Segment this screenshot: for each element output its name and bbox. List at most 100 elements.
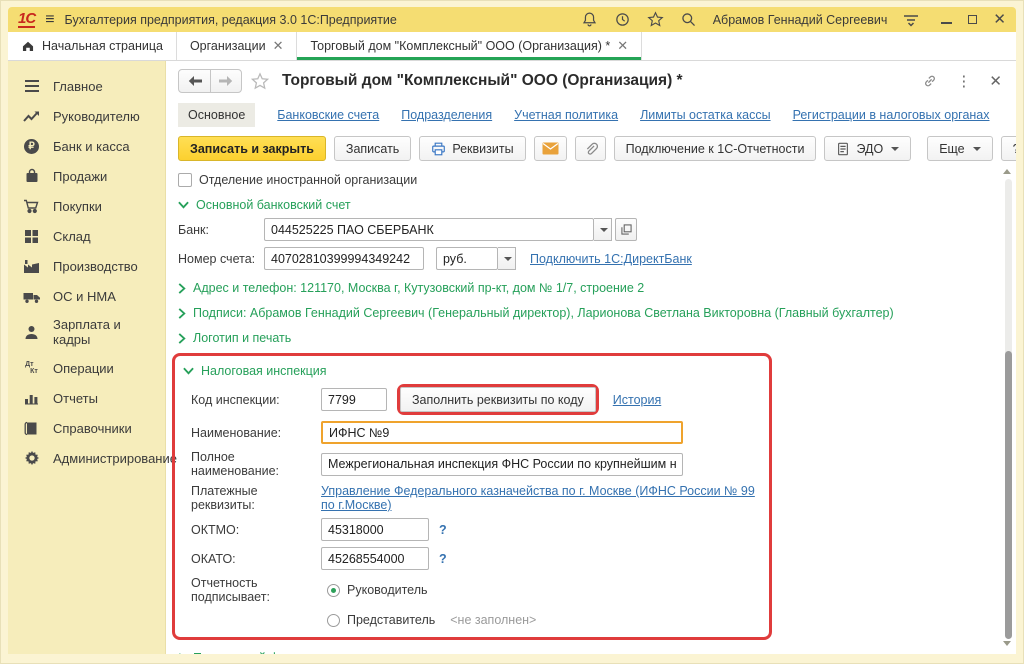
save-button[interactable]: Записать [334, 136, 411, 161]
sidebar-item-fixed-assets[interactable]: ОС и НМА [8, 281, 165, 311]
sidebar-item-purchases[interactable]: Покупки [8, 191, 165, 221]
bank-dropdown-button[interactable] [594, 218, 612, 241]
connect-1c-reporting-button[interactable]: Подключение к 1С-Отчетности [614, 136, 817, 161]
signer-label: Отчетность подписывает: [191, 576, 327, 604]
titlebar: 1С ≡ Бухгалтерия предприятия, редакция 3… [8, 7, 1016, 32]
sidebar-item-payroll-hr[interactable]: Зарплата и кадры [8, 311, 165, 353]
save-and-close-button[interactable]: Записать и закрыть [178, 136, 326, 161]
menu-lines-icon [22, 77, 41, 95]
payment-requisites-link[interactable]: Управление Федерального казначейства по … [321, 484, 759, 512]
section-logo-stamp[interactable]: Логотип и печать [178, 331, 1002, 345]
send-email-button[interactable] [534, 136, 567, 161]
currency-dropdown-button[interactable] [498, 247, 516, 270]
sections-sidebar: Главное Руководителю ₽ Банк и касса Прод… [8, 61, 166, 654]
scroll-up-arrow-icon[interactable] [1003, 169, 1011, 174]
nav-main[interactable]: Основное [178, 103, 255, 127]
edo-button[interactable]: ЭДО [824, 136, 911, 161]
signer-representative-radio[interactable] [327, 614, 340, 627]
inspection-code-input[interactable] [321, 388, 387, 411]
sidebar-item-operations[interactable]: ДтКт Операции [8, 353, 165, 383]
maximize-button[interactable] [968, 15, 977, 24]
chevron-down-icon [178, 201, 189, 209]
account-number-label: Номер счета: [178, 252, 264, 266]
section-tax-inspection[interactable]: Налоговая инспекция [183, 364, 759, 378]
close-tab-icon[interactable]: ✕ [617, 38, 628, 54]
sidebar-item-directories[interactable]: Справочники [8, 413, 165, 443]
oktmo-input[interactable] [321, 518, 429, 541]
foreign-branch-label: Отделение иностранной организации [199, 173, 417, 187]
bank-open-button[interactable] [615, 218, 637, 241]
sidebar-item-main[interactable]: Главное [8, 71, 165, 101]
back-button[interactable] [179, 70, 210, 92]
form-content: Торговый дом "Комплексный" ООО (Организа… [166, 61, 1016, 654]
okato-help-icon[interactable]: ? [439, 552, 447, 566]
printer-icon [431, 142, 446, 156]
paperclip-icon [583, 141, 598, 157]
bank-label: Банк: [178, 223, 264, 237]
requisites-button[interactable]: Реквизиты [419, 136, 525, 161]
nav-tax-registrations[interactable]: Регистрации в налоговых органах [793, 108, 990, 122]
nav-departments[interactable]: Подразделения [401, 108, 492, 122]
minimize-button[interactable] [941, 16, 952, 24]
service-menu-icon[interactable] [903, 12, 919, 27]
sidebar-item-manager[interactable]: Руководителю [8, 101, 165, 131]
tab-organizations[interactable]: Организации ✕ [177, 32, 298, 60]
oktmo-help-icon[interactable]: ? [439, 523, 447, 537]
more-button[interactable]: Еще [927, 136, 992, 161]
currency-input[interactable] [436, 247, 498, 270]
trend-chart-icon [22, 107, 41, 125]
signer-director-radio[interactable] [327, 584, 340, 597]
sidebar-item-production[interactable]: Производство [8, 251, 165, 281]
name-input[interactable] [321, 421, 683, 444]
sidebar-item-warehouse[interactable]: Склад [8, 221, 165, 251]
section-pension-fund[interactable]: Пенсионный фонд [178, 651, 1002, 654]
nav-accounting-policy[interactable]: Учетная политика [514, 108, 618, 122]
more-menu-icon[interactable]: ⋮ [956, 72, 971, 90]
nav-cash-limits[interactable]: Лимиты остатка кассы [640, 108, 770, 122]
chevron-right-icon [178, 653, 186, 655]
section-main-bank-account[interactable]: Основной банковский счет [178, 198, 1002, 212]
attachments-button[interactable] [575, 136, 606, 161]
section-address-phone[interactable]: Адрес и телефон: 121170, Москва г, Кутуз… [178, 281, 1002, 295]
okato-label: ОКАТО: [191, 552, 321, 566]
forward-button[interactable] [210, 70, 241, 92]
close-tab-icon[interactable]: ✕ [273, 38, 284, 54]
scroll-down-arrow-icon[interactable] [1003, 641, 1011, 646]
foreign-branch-checkbox[interactable] [178, 173, 192, 187]
scrollbar-thumb[interactable] [1005, 351, 1012, 639]
favorite-star-icon[interactable] [250, 72, 270, 91]
link-chain-icon[interactable] [922, 73, 938, 89]
nav-bank-accounts[interactable]: Банковские счета [277, 108, 379, 122]
tab-organization-card[interactable]: Торговый дом "Комплексный" ООО (Организа… [297, 32, 642, 60]
account-number-input[interactable] [264, 247, 424, 270]
sidebar-item-administration[interactable]: Администрирование [8, 443, 165, 473]
close-form-icon[interactable]: ✕ [989, 72, 1002, 90]
sidebar-item-bank-cash[interactable]: ₽ Банк и касса [8, 131, 165, 161]
okato-input[interactable] [321, 547, 429, 570]
section-signatures[interactable]: Подписи: Абрамов Геннадий Сергеевич (Ген… [178, 306, 1002, 320]
boxes-grid-icon [22, 227, 41, 245]
full-name-label: Полное наименование: [191, 450, 321, 478]
book-icon [22, 419, 41, 437]
directbank-link[interactable]: Подключить 1С:ДиректБанк [530, 252, 692, 266]
history-link[interactable]: История [613, 393, 661, 407]
tax-inspection-highlight-box: Налоговая инспекция Код инспекции: Запол… [172, 353, 772, 640]
tab-home[interactable]: Начальная страница [8, 32, 177, 60]
notifications-bell-icon[interactable] [581, 11, 598, 28]
current-user[interactable]: Абрамов Геннадий Сергеевич [713, 13, 888, 27]
chevron-right-icon [178, 333, 186, 344]
bank-input[interactable] [264, 218, 594, 241]
close-window-button[interactable]: ✕ [993, 12, 1006, 27]
history-icon[interactable] [614, 11, 631, 28]
representative-empty-note: <не заполнен> [450, 613, 536, 627]
page-title: Торговый дом "Комплексный" ООО (Организа… [282, 72, 683, 90]
help-button[interactable]: ? [1001, 136, 1016, 161]
full-name-input[interactable] [321, 453, 683, 476]
chevron-right-icon [178, 283, 186, 294]
main-menu-icon[interactable]: ≡ [45, 12, 54, 28]
fill-requisites-button[interactable]: Заполнить реквизиты по коду [400, 387, 596, 412]
search-icon[interactable] [680, 11, 697, 28]
sidebar-item-sales[interactable]: Продажи [8, 161, 165, 191]
favorites-star-icon[interactable] [647, 11, 664, 28]
sidebar-item-reports[interactable]: Отчеты [8, 383, 165, 413]
